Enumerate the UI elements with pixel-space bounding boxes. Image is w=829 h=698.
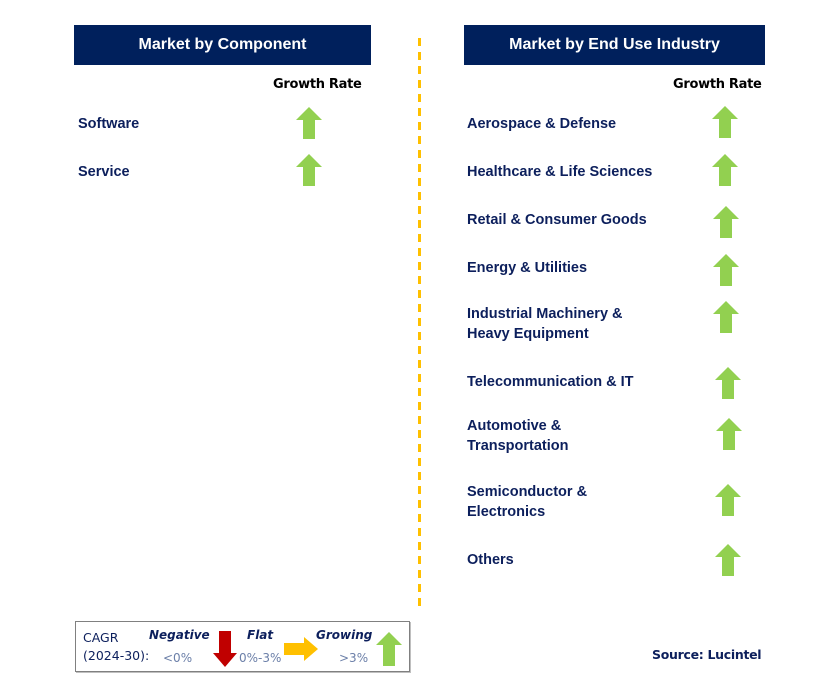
arrow-down-icon [213, 631, 237, 667]
industry-label-others: Others [467, 552, 514, 568]
arrow-up-icon [716, 418, 742, 450]
arrow-up-icon [376, 632, 402, 666]
arrow-up-icon [712, 106, 738, 138]
arrow-up-icon [713, 301, 739, 333]
component-panel-title: Market by Component [138, 36, 307, 53]
legend-flat-range: 0%-3% [239, 651, 282, 665]
component-label-software: Software [78, 116, 140, 132]
industry-label-semiconductor-electronics: Semiconductor & Electronics [467, 484, 588, 520]
legend-negative-label: Negative [149, 628, 210, 642]
industry-panel-header: Market by End Use Industry [464, 25, 765, 65]
arrow-up-icon [715, 544, 741, 576]
legend-cagr-label: CAGR (2024-30): [83, 630, 150, 663]
component-panel-header: Market by Component [74, 25, 371, 65]
legend-growing-label: Growing [316, 628, 373, 642]
legend-growing-range: >3% [339, 651, 369, 665]
arrow-up-icon [715, 367, 741, 399]
source-note: Source: Lucintel [652, 647, 762, 662]
industry-label-automotive-transportation: Automotive & Transportation [467, 418, 569, 454]
legend-negative-range: <0% [163, 651, 193, 665]
industry-panel-title: Market by End Use Industry [509, 36, 720, 53]
arrow-up-icon [713, 254, 739, 286]
arrow-up-icon [712, 154, 738, 186]
industry-label-industrial-machinery: Industrial Machinery & Heavy Equipment [467, 306, 623, 342]
industry-label-energy-utilities: Energy & Utilities [467, 260, 588, 276]
panel-divider [418, 38, 421, 608]
arrow-up-icon [296, 154, 322, 186]
arrow-up-icon [713, 206, 739, 238]
industry-label-telecommunication-it: Telecommunication & IT [467, 374, 634, 390]
industry-label-healthcare-life-sciences: Healthcare & Life Sciences [467, 164, 653, 180]
legend-flat-label: Flat [247, 628, 274, 642]
arrow-up-icon [715, 484, 741, 516]
cagr-legend: CAGR (2024-30): Negative <0% Flat 0%-3% … [75, 621, 410, 672]
arrow-up-icon [296, 107, 322, 139]
component-label-service: Service [78, 164, 130, 180]
arrow-right-icon [284, 637, 318, 661]
industry-growth-rate-header: Growth Rate [673, 77, 762, 92]
industry-label-retail-consumer-goods: Retail & Consumer Goods [467, 212, 647, 228]
component-growth-rate-header: Growth Rate [273, 77, 362, 92]
industry-label-aerospace-defense: Aerospace & Defense [467, 116, 617, 132]
